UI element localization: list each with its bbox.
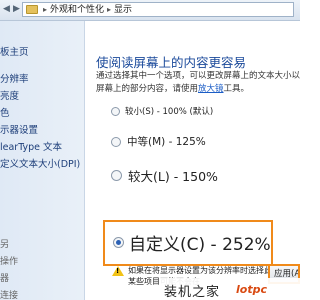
breadcrumb-display[interactable]: 显示 <box>114 5 132 15</box>
warning-exclamation-icon: ! <box>116 267 120 275</box>
main-panel: 使阅读屏幕上的内容更容易 通过选择其中一个选项，可以更改屏幕上的文本大小以及其他… <box>85 21 300 300</box>
sidebar-item-brightness[interactable]: 亮度 <box>0 88 19 102</box>
description-line-1: 通过选择其中一个选项，可以更改屏幕上的文本大小以及其他 <box>96 71 300 81</box>
address-bar[interactable]: ▸ 外观和个性化 ▸ 显示 <box>22 2 294 17</box>
sidebar-item-home[interactable]: 板主页 <box>0 44 29 58</box>
option-label-custom[interactable]: 自定义(C) - 252% <box>129 230 271 255</box>
radio-smaller[interactable] <box>111 107 120 116</box>
control-panel-folder-icon <box>26 5 38 14</box>
address-toolbar: ◀ ▶ ▸ 外观和个性化 ▸ 显示 <box>0 0 300 21</box>
sidebar-item-color[interactable]: 色 <box>0 105 10 119</box>
watermark-site: lotpc <box>236 283 267 296</box>
forward-arrow-icon[interactable]: ▶ <box>11 4 22 15</box>
watermark-text: 装机之家 <box>164 285 221 300</box>
magnifier-link[interactable]: 放大镜 <box>198 84 224 94</box>
breadcrumb-separator-icon: ▸ <box>43 5 48 14</box>
option-label-smaller[interactable]: 较小(S) - 100% (默认) <box>125 105 213 117</box>
sidebar-see-also-label: 另 <box>0 240 10 250</box>
description-line-2: 屏幕上的部分内容，请使用放大镜工具。 <box>96 82 249 94</box>
description-suffix: 工具。 <box>223 84 250 94</box>
watermark: 装机之家 lotpc <box>160 278 300 300</box>
warning-text-line-1: 如果在将显示器设置为该分辨率时选择此设置 <box>128 266 288 275</box>
breadcrumb-appearance[interactable]: 外观和个性化 <box>50 5 104 15</box>
sidebar-item-action[interactable]: 操作 <box>0 254 18 267</box>
custom-option-highlight: 自定义(C) - 252% <box>103 220 273 266</box>
sidebar-item-device[interactable]: 器 <box>0 271 9 284</box>
sidebar-item-resolution[interactable]: 分辨率 <box>0 71 29 85</box>
breadcrumb-separator-icon: ▸ <box>107 5 112 14</box>
sidebar-item-cleartype[interactable]: learType 文本 <box>0 139 62 153</box>
radio-custom[interactable] <box>113 237 124 248</box>
display-settings-window: ◀ ▶ ▸ 外观和个性化 ▸ 显示 板主页 分辨率 亮度 色 示器设置 learTyp… <box>0 0 300 300</box>
sidebar: 板主页 分辨率 亮度 色 示器设置 learType 文本 定义文本大小(DPI… <box>0 21 85 300</box>
option-label-larger[interactable]: 较大(L) - 150% <box>128 166 218 185</box>
option-label-medium[interactable]: 中等(M) - 125% <box>127 134 206 149</box>
sidebar-item-connect[interactable]: 连接 <box>0 288 18 300</box>
sidebar-item-monitor-settings[interactable]: 示器设置 <box>0 122 38 136</box>
radio-medium[interactable] <box>111 137 121 147</box>
sidebar-item-custom-dpi[interactable]: 定义文本大小(DPI) <box>0 156 80 170</box>
description-text: 屏幕上的部分内容，请使用 <box>96 84 199 94</box>
radio-larger[interactable] <box>111 170 122 181</box>
